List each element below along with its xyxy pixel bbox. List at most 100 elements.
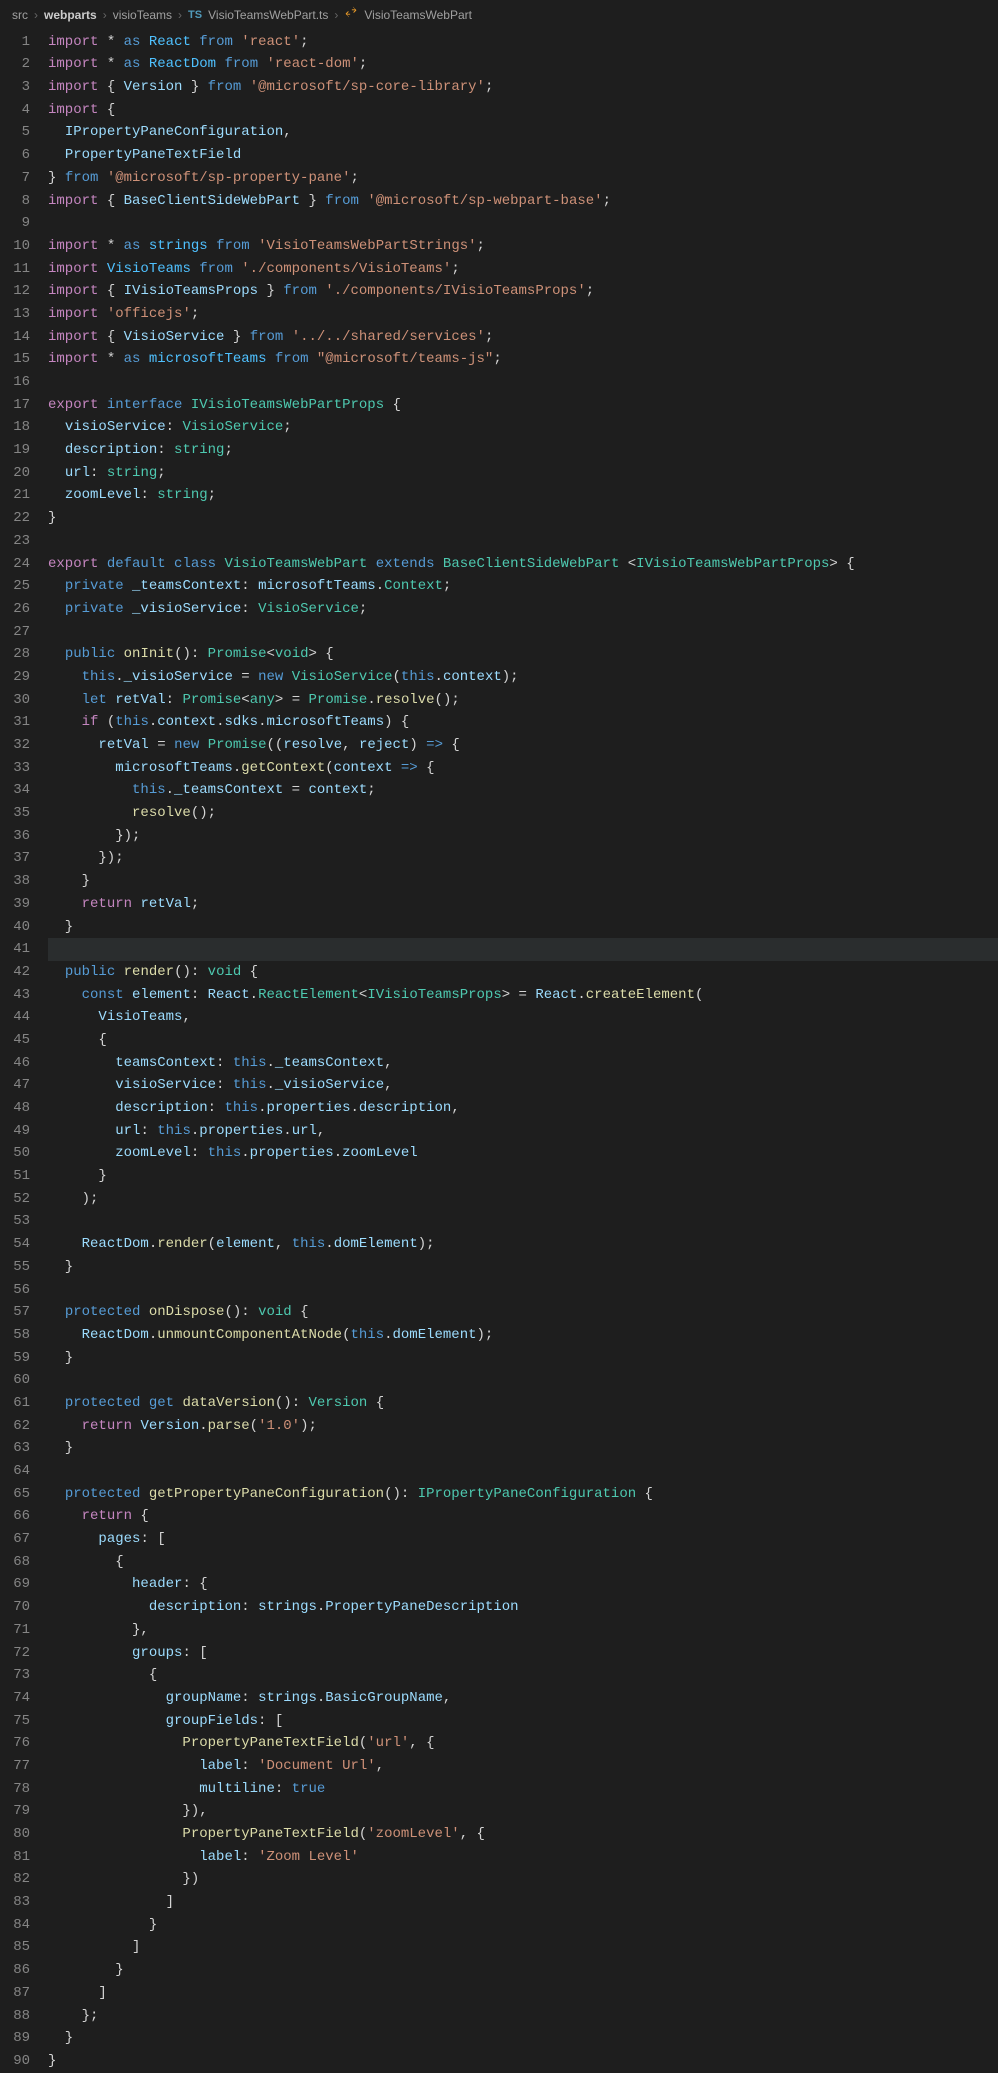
breadcrumb-file[interactable]: VisioTeamsWebPart.ts — [208, 4, 328, 27]
code-line[interactable]: import { — [48, 99, 998, 122]
code-line[interactable] — [48, 530, 998, 553]
code-line[interactable]: label: 'Zoom Level' — [48, 1846, 998, 1869]
code-line[interactable]: import { BaseClientSideWebPart } from '@… — [48, 190, 998, 213]
code-line[interactable]: groups: [ — [48, 1642, 998, 1665]
code-line[interactable]: protected onDispose(): void { — [48, 1301, 998, 1324]
code-line[interactable]: retVal = new Promise((resolve, reject) =… — [48, 734, 998, 757]
code-editor[interactable]: 1234567891011121314151617181920212223242… — [0, 31, 998, 2073]
code-line[interactable]: }); — [48, 847, 998, 870]
code-line[interactable]: import { IVisioTeamsProps } from './comp… — [48, 280, 998, 303]
code-line[interactable]: } — [48, 507, 998, 530]
code-line[interactable]: if (this.context.sdks.microsoftTeams) { — [48, 711, 998, 734]
code-line[interactable]: { — [48, 1029, 998, 1052]
code-line[interactable]: ] — [48, 1936, 998, 1959]
code-line[interactable]: }); — [48, 825, 998, 848]
code-line[interactable]: return { — [48, 1505, 998, 1528]
code-line[interactable]: import { Version } from '@microsoft/sp-c… — [48, 76, 998, 99]
code-line[interactable]: teamsContext: this._teamsContext, — [48, 1052, 998, 1075]
line-number: 5 — [0, 121, 30, 144]
code-line[interactable]: protected get dataVersion(): Version { — [48, 1392, 998, 1415]
code-line[interactable]: visioService: VisioService; — [48, 416, 998, 439]
code-line[interactable]: }), — [48, 1800, 998, 1823]
code-line[interactable]: multiline: true — [48, 1778, 998, 1801]
code-line[interactable]: } from '@microsoft/sp-property-pane'; — [48, 167, 998, 190]
code-line[interactable]: let retVal: Promise<any> = Promise.resol… — [48, 689, 998, 712]
code-line[interactable]: microsoftTeams.getContext(context => { — [48, 757, 998, 780]
code-line[interactable]: PropertyPaneTextField('zoomLevel', { — [48, 1823, 998, 1846]
code-line[interactable]: } — [48, 1437, 998, 1460]
line-number: 65 — [0, 1483, 30, 1506]
code-line[interactable]: return retVal; — [48, 893, 998, 916]
code-line[interactable]: description: string; — [48, 439, 998, 462]
code-line[interactable]: description: this.properties.description… — [48, 1097, 998, 1120]
code-line[interactable]: private _teamsContext: microsoftTeams.Co… — [48, 575, 998, 598]
code-line[interactable] — [48, 212, 998, 235]
code-line[interactable]: header: { — [48, 1573, 998, 1596]
code-line[interactable]: groupName: strings.BasicGroupName, — [48, 1687, 998, 1710]
code-line[interactable]: label: 'Document Url', — [48, 1755, 998, 1778]
code-line[interactable] — [48, 1460, 998, 1483]
code-line[interactable] — [48, 621, 998, 644]
code-line[interactable]: } — [48, 2027, 998, 2050]
code-line[interactable]: export default class VisioTeamsWebPart e… — [48, 553, 998, 576]
code-line[interactable]: zoomLevel: this.properties.zoomLevel — [48, 1142, 998, 1165]
code-line[interactable]: } — [48, 1914, 998, 1937]
code-line[interactable]: PropertyPaneTextField — [48, 144, 998, 167]
code-line[interactable]: import * as ReactDom from 'react-dom'; — [48, 53, 998, 76]
code-line[interactable]: export interface IVisioTeamsWebPartProps… — [48, 394, 998, 417]
code-line[interactable]: visioService: this._visioService, — [48, 1074, 998, 1097]
code-line[interactable]: }; — [48, 2005, 998, 2028]
code-line[interactable]: IPropertyPaneConfiguration, — [48, 121, 998, 144]
code-line[interactable]: PropertyPaneTextField('url', { — [48, 1732, 998, 1755]
code-line[interactable]: } — [48, 1256, 998, 1279]
code-line[interactable] — [48, 1369, 998, 1392]
code-line[interactable]: private _visioService: VisioService; — [48, 598, 998, 621]
breadcrumb-segment[interactable]: webparts — [44, 4, 97, 27]
code-line[interactable]: groupFields: [ — [48, 1710, 998, 1733]
code-line[interactable] — [48, 371, 998, 394]
breadcrumb-segment[interactable]: visioTeams — [113, 4, 172, 27]
code-line[interactable]: ReactDom.unmountComponentAtNode(this.dom… — [48, 1324, 998, 1347]
code-line[interactable] — [48, 1279, 998, 1302]
code-line[interactable]: } — [48, 1347, 998, 1370]
code-line[interactable]: import { VisioService } from '../../shar… — [48, 326, 998, 349]
code-line[interactable]: this._visioService = new VisioService(th… — [48, 666, 998, 689]
code-line[interactable]: } — [48, 2050, 998, 2073]
code-line[interactable]: { — [48, 1664, 998, 1687]
code-line[interactable]: } — [48, 916, 998, 939]
code-content[interactable]: import * as React from 'react';import * … — [48, 31, 998, 2073]
code-line[interactable]: ] — [48, 1982, 998, 2005]
code-line[interactable]: { — [48, 1551, 998, 1574]
code-line[interactable]: public onInit(): Promise<void> { — [48, 643, 998, 666]
code-line[interactable]: ] — [48, 1891, 998, 1914]
code-line[interactable]: zoomLevel: string; — [48, 484, 998, 507]
code-line[interactable]: const element: React.ReactElement<IVisio… — [48, 984, 998, 1007]
code-line[interactable]: url: string; — [48, 462, 998, 485]
code-line[interactable]: import VisioTeams from './components/Vis… — [48, 258, 998, 281]
code-line[interactable]: return Version.parse('1.0'); — [48, 1415, 998, 1438]
code-line[interactable]: pages: [ — [48, 1528, 998, 1551]
code-line[interactable]: } — [48, 1959, 998, 1982]
code-line[interactable] — [48, 1210, 998, 1233]
code-line[interactable]: public render(): void { — [48, 961, 998, 984]
code-line[interactable]: import 'officejs'; — [48, 303, 998, 326]
code-line[interactable]: ); — [48, 1188, 998, 1211]
breadcrumb-segment[interactable]: src — [12, 4, 28, 27]
code-line[interactable]: } — [48, 1165, 998, 1188]
code-line[interactable]: } — [48, 870, 998, 893]
code-line[interactable]: }) — [48, 1868, 998, 1891]
code-line[interactable]: import * as microsoftTeams from "@micros… — [48, 348, 998, 371]
code-line[interactable]: url: this.properties.url, — [48, 1120, 998, 1143]
code-line[interactable]: }, — [48, 1619, 998, 1642]
code-line[interactable]: import * as React from 'react'; — [48, 31, 998, 54]
code-line[interactable]: resolve(); — [48, 802, 998, 825]
code-line[interactable]: description: strings.PropertyPaneDescrip… — [48, 1596, 998, 1619]
code-line[interactable]: import * as strings from 'VisioTeamsWebP… — [48, 235, 998, 258]
breadcrumb-symbol[interactable]: VisioTeamsWebPart — [364, 4, 472, 27]
code-line[interactable]: VisioTeams, — [48, 1006, 998, 1029]
code-line[interactable]: ReactDom.render(element, this.domElement… — [48, 1233, 998, 1256]
code-line[interactable]: this._teamsContext = context; — [48, 779, 998, 802]
code-line[interactable]: protected getPropertyPaneConfiguration()… — [48, 1483, 998, 1506]
code-line[interactable] — [48, 938, 998, 961]
breadcrumb[interactable]: src › webparts › visioTeams › TS VisioTe… — [0, 0, 998, 31]
